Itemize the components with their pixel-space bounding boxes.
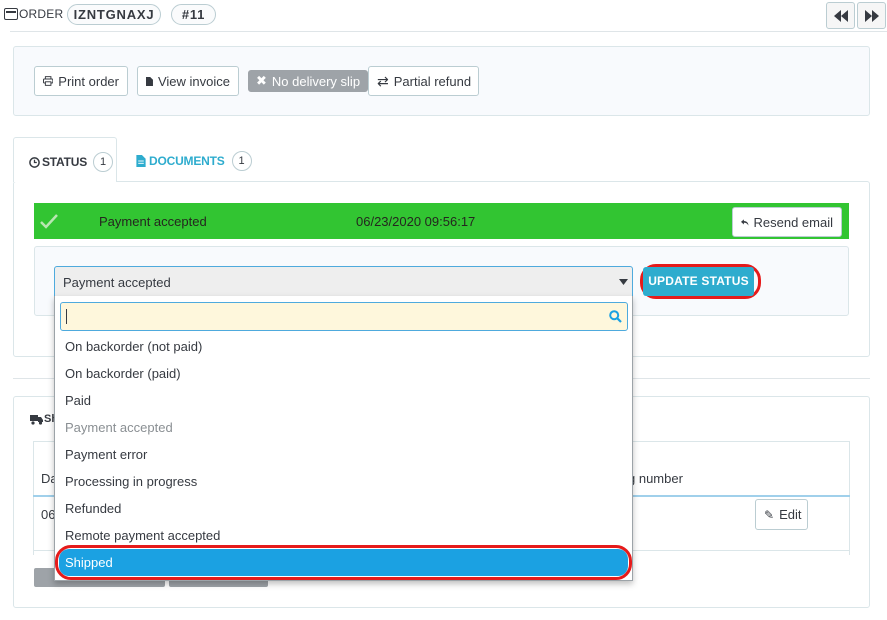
close-icon: ✖ xyxy=(256,73,267,88)
checkmark-icon xyxy=(40,214,58,229)
text-cursor xyxy=(66,309,67,324)
view-invoice-label: View invoice xyxy=(157,73,230,89)
status-option[interactable]: Processing in progress xyxy=(55,468,632,495)
order-number-badge: #11 xyxy=(171,4,216,25)
status-history-date: 06/23/2020 09:56:17 xyxy=(356,214,476,229)
print-icon xyxy=(43,76,54,86)
status-select-value: Payment accepted xyxy=(63,275,171,290)
print-order-label: Print order xyxy=(58,73,119,89)
backward-icon xyxy=(833,9,848,22)
tab-documents-label: DOCUMENTS xyxy=(149,154,225,168)
credit-card-icon xyxy=(4,8,18,20)
tab-documents[interactable]: DOCUMENTS 1 xyxy=(136,151,252,171)
clock-icon xyxy=(29,156,40,168)
edit-shipping-button[interactable]: ✎ Edit xyxy=(755,499,808,530)
update-status-button[interactable]: UPDATE STATUS xyxy=(643,267,754,296)
previous-order-button[interactable] xyxy=(826,2,855,29)
caret-down-icon xyxy=(619,279,628,285)
status-history-name: Payment accepted xyxy=(99,214,207,229)
partial-refund-label: Partial refund xyxy=(393,73,472,89)
status-option-shipped[interactable]: Shipped xyxy=(59,549,628,576)
partial-refund-button[interactable]: ⇄ Partial refund xyxy=(368,66,479,96)
edit-label: Edit xyxy=(779,507,802,522)
pencil-icon: ✎ xyxy=(764,507,775,522)
next-order-button[interactable] xyxy=(857,2,886,29)
status-option[interactable]: Paid xyxy=(55,387,632,414)
tab-status[interactable]: STATUS 1 xyxy=(13,137,117,182)
status-option-disabled: Payment accepted xyxy=(65,420,173,435)
reply-icon xyxy=(741,218,749,226)
print-order-button[interactable]: Print order xyxy=(34,66,128,96)
resend-email-button[interactable]: Resend email xyxy=(732,207,842,237)
status-option[interactable]: Payment error xyxy=(55,441,632,468)
document-icon xyxy=(136,155,146,167)
tab-status-label: STATUS xyxy=(42,155,88,169)
view-invoice-button[interactable]: View invoice xyxy=(137,66,239,96)
no-delivery-slip-button: ✖ No delivery slip xyxy=(248,70,369,92)
page-title: ORDER xyxy=(19,7,64,21)
order-reference-badge: IZNTGNAXJ xyxy=(67,4,161,25)
tab-status-count: 1 xyxy=(93,152,114,172)
tab-documents-count: 1 xyxy=(231,151,252,171)
resend-email-label: Resend email xyxy=(753,214,834,230)
forward-icon xyxy=(864,9,879,22)
status-option[interactable]: On backorder (paid) xyxy=(55,360,632,387)
header-divider xyxy=(10,31,887,32)
status-select[interactable]: Payment accepted xyxy=(54,266,633,297)
file-icon xyxy=(146,76,153,86)
search-icon xyxy=(609,310,622,323)
status-option[interactable]: On backorder (not paid) xyxy=(55,333,632,360)
exchange-icon: ⇄ xyxy=(377,72,389,89)
status-option[interactable]: Refunded xyxy=(55,495,632,522)
truck-icon xyxy=(30,415,43,425)
no-delivery-slip-label: No delivery slip xyxy=(271,73,361,89)
status-search-input[interactable] xyxy=(60,302,628,331)
shipping-col-tracking: g number xyxy=(628,471,683,486)
